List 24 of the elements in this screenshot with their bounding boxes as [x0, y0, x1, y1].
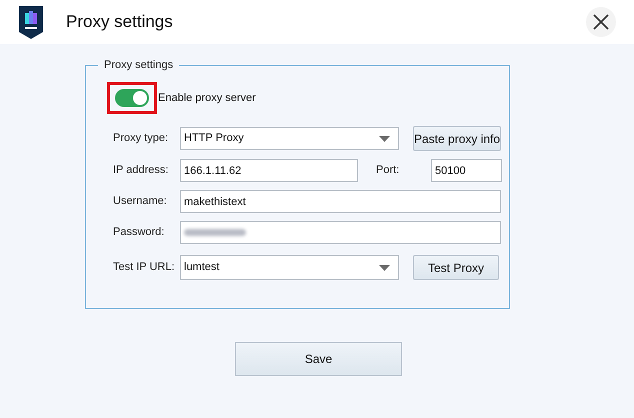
close-icon: [592, 13, 610, 31]
field-label: IP address:: [113, 163, 170, 178]
field-label: Test IP URL:: [113, 260, 176, 276]
proxy-type-dropdown[interactable]: HTTP Proxy: [180, 127, 399, 150]
close-button[interactable]: [586, 7, 616, 37]
username-field[interactable]: makethistext: [180, 190, 501, 213]
field-label: Password:: [113, 225, 166, 240]
toggle-label: Enable proxy server: [158, 90, 256, 106]
caret-icon: [379, 264, 390, 270]
save-button[interactable]: Save: [235, 342, 402, 376]
paste-proxy-button[interactable]: Paste proxy info: [413, 126, 501, 151]
caret-icon: [379, 136, 390, 142]
group-title: Proxy settings: [98, 58, 180, 72]
field-label: Port:: [376, 163, 400, 178]
field-label: Proxy type:: [113, 131, 170, 146]
password-field[interactable]: [180, 221, 501, 244]
test-proxy-button[interactable]: Test Proxy: [413, 255, 499, 280]
ip-address-field[interactable]: 166.1.11.62: [180, 159, 358, 182]
field-label: Username:: [113, 194, 168, 210]
shield-logo-icon: [18, 4, 44, 40]
toggle-switch[interactable]: [115, 89, 149, 107]
window-title: Proxy settings: [66, 11, 173, 34]
test-url-dropdown[interactable]: lumtest: [180, 255, 399, 280]
port-field[interactable]: 50100: [431, 159, 502, 182]
